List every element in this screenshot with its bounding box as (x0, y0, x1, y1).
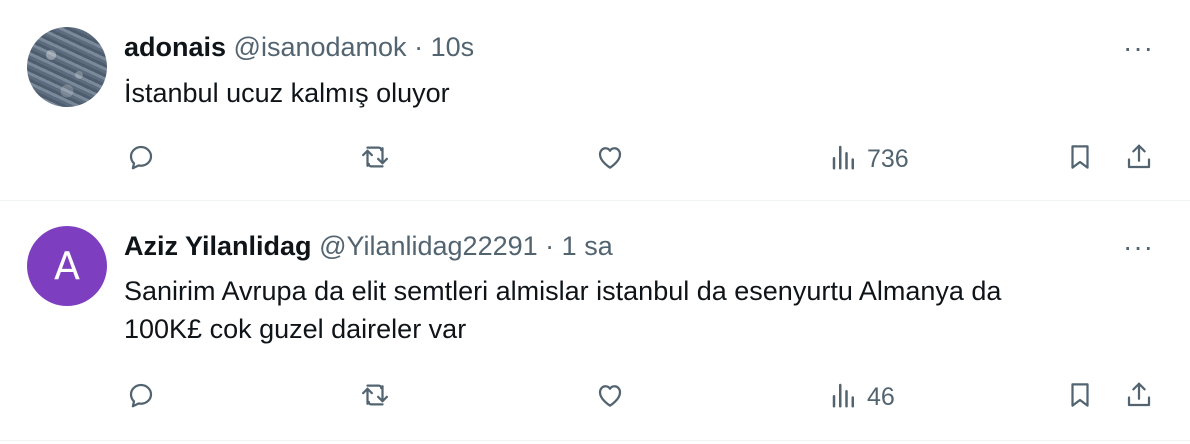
tweet-text-line: İstanbul ucuz kalmış oluyor (124, 78, 450, 108)
tweet-2[interactable]: A Aziz Yilanlidag @Yilanlidag22291 · 1 s… (0, 201, 1190, 444)
tweet-1[interactable]: adonais @isanodamok · 10s ··· İstanbul u… (0, 0, 1190, 200)
reply-button[interactable] (126, 380, 156, 415)
tweet-text: İstanbul ucuz kalmış oluyor (124, 74, 450, 112)
avatar[interactable] (27, 27, 107, 107)
like-icon (595, 142, 625, 177)
views-icon (829, 380, 859, 415)
timestamp[interactable]: 1 sa (562, 231, 613, 261)
share-button[interactable] (1124, 142, 1154, 177)
author-handle[interactable]: @Yilanlidag22291 (319, 231, 538, 261)
bookmark-button[interactable] (1065, 142, 1095, 177)
tweet-text: Sanirim Avrupa da elit semtleri almislar… (124, 272, 1001, 348)
views-button[interactable]: 46 (829, 380, 895, 415)
reply-icon (126, 380, 156, 415)
avatar[interactable]: A (27, 226, 107, 306)
like-button[interactable] (595, 142, 625, 177)
retweet-button[interactable] (360, 380, 390, 415)
avatar-letter: A (54, 244, 80, 288)
author-name[interactable]: adonais (124, 32, 226, 62)
views-count: 736 (867, 145, 909, 173)
retweet-icon (360, 380, 390, 415)
views-count: 46 (867, 383, 895, 411)
more-options-button[interactable]: ··· (1123, 233, 1154, 261)
tweet-text-line: Sanirim Avrupa da elit semtleri almislar… (124, 276, 1002, 306)
views-button[interactable]: 736 (829, 142, 909, 177)
bookmark-button[interactable] (1065, 380, 1095, 415)
share-button[interactable] (1124, 380, 1154, 415)
divider (0, 440, 1190, 441)
bookmark-icon (1065, 142, 1095, 177)
author-name[interactable]: Aziz Yilanlidag (124, 231, 312, 261)
retweet-icon (360, 142, 390, 177)
tweet-text-line: 100K£ cok guzel daireler var (124, 314, 467, 344)
bookmark-icon (1065, 380, 1095, 415)
retweet-button[interactable] (360, 142, 390, 177)
author-handle[interactable]: @isanodamok (234, 32, 407, 62)
like-button[interactable] (595, 380, 625, 415)
share-icon (1124, 380, 1154, 415)
reply-icon (126, 142, 156, 177)
share-icon (1124, 142, 1154, 177)
separator: · (545, 231, 555, 261)
separator: · (414, 32, 424, 62)
views-icon (829, 142, 859, 177)
reply-button[interactable] (126, 142, 156, 177)
timestamp[interactable]: 10s (431, 32, 475, 62)
more-options-button[interactable]: ··· (1123, 34, 1154, 62)
like-icon (595, 380, 625, 415)
